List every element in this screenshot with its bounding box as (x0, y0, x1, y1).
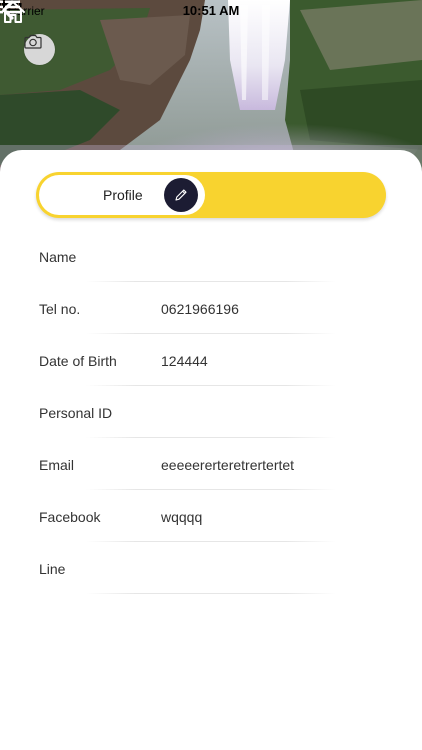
profile-tab-label: Profile (103, 187, 143, 203)
toggle-active-segment[interactable]: Profile (39, 175, 205, 215)
camera-icon (24, 34, 42, 49)
field-label: Personal ID (39, 405, 113, 421)
field-row-line: Line (0, 542, 422, 594)
field-row-date-of-birth: Date of Birth 124444 (0, 334, 422, 386)
divider (86, 593, 336, 594)
waterfall-scene (0, 0, 422, 175)
status-time: 10:51 AM (182, 3, 240, 18)
edit-profile-button[interactable] (164, 178, 198, 212)
header-background-image: Carrier 10:51 AM (0, 0, 422, 175)
status-bar: Carrier 10:51 AM (0, 0, 422, 22)
field-value: wqqqq (161, 509, 203, 525)
field-value: 0621966196 (161, 301, 239, 317)
field-row-personal-id: Personal ID (0, 386, 422, 438)
field-row-facebook: Facebook wqqqq (0, 490, 422, 542)
profile-card: Profile Name Tel no. 0621966196 Date of … (0, 150, 422, 750)
field-label: Email (39, 457, 75, 473)
field-row-email: Email eeeeererteretrertertet (0, 438, 422, 490)
field-label: Facebook (39, 509, 101, 525)
field-value: 124444 (161, 353, 208, 369)
camera-button[interactable] (24, 34, 55, 65)
field-value: eeeeererteretrertertet (161, 457, 295, 473)
list-icon[interactable] (0, 0, 20, 14)
pencil-icon (175, 189, 187, 201)
field-label: Tel no. (39, 301, 81, 317)
field-label: Name (39, 249, 77, 265)
field-row-tel: Tel no. 0621966196 (0, 282, 422, 334)
profile-fields: Name Tel no. 0621966196 Date of Birth 12… (0, 230, 422, 594)
field-label: Date of Birth (39, 353, 117, 369)
field-row-name: Name (0, 230, 422, 282)
field-label: Line (39, 561, 66, 577)
profile-toggle[interactable]: Profile (36, 172, 386, 218)
